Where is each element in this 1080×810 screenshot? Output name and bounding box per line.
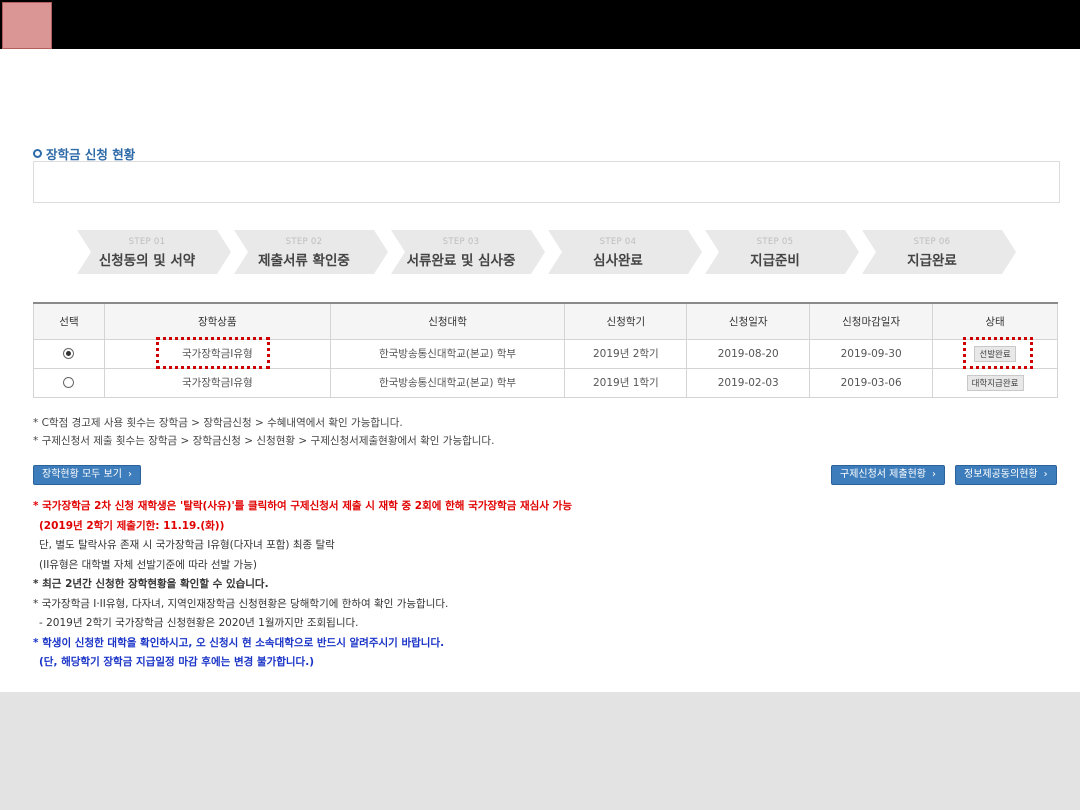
step-label: 심사완료 [593,253,643,269]
col-header-status: 상태 [932,302,1058,340]
table-header-row: 선택 장학상품 신청대학 신청학기 신청일자 신청마감일자 상태 [33,302,1058,340]
note-line: * 학생이 신청한 대학을 확인하시고, 오 신청시 현 소속대학으로 반드시 … [33,636,445,649]
deadline-cell: 2019-03-06 [809,367,934,398]
step-number: STEP 01 [128,237,166,247]
chevron-right-icon: › [1043,469,1048,480]
date-cell: 2019-02-03 [686,367,811,398]
step-label: 서류완료 및 심사중 [406,253,516,269]
term-cell: 2019년 2학기 [564,338,688,369]
footnotes: * C학점 경고제 사용 횟수는 장학금 > 장학금신청 > 수혜내역에서 확인… [33,414,494,450]
col-header-date: 신청일자 [686,302,811,340]
notes: * 국가장학금 2차 신청 재학생은 '탈락(사유)'를 클릭하여 구제신청서 … [33,497,572,673]
step-label: 신청동의 및 서약 [98,253,196,269]
progress-steps: STEP 01 신청동의 및 서약 STEP 02 제출서류 확인중 STEP … [77,230,1017,274]
note-line: 단, 별도 탈락사유 존재 시 국가장학금 I유형(다자녀 포함) 최종 탈락 [39,539,335,551]
step-5: STEP 05 지급준비 [705,230,859,274]
step-label: 제출서류 확인중 [258,253,350,269]
highlight-product-box [156,337,270,369]
product-cell: 국가장학금I유형 [103,367,331,398]
step-label: 지급완료 [907,253,957,269]
col-header-deadline: 신청마감일자 [809,302,934,340]
step-number: STEP 06 [913,237,951,247]
note-line: (II유형은 대학별 자체 선발기준에 따라 선발 가능) [39,558,257,571]
bullet-circle-icon [33,149,42,158]
note-line: (단, 해당학기 장학금 지급일정 마감 후에는 변경 불가합니다.) [39,656,315,668]
note-line: * 국가장학금 2차 신청 재학생은 '탈락(사유)'를 클릭하여 구제신청서 … [33,500,572,512]
note-line: * 최근 2년간 신청한 장학현황을 확인할 수 있습니다. [33,578,269,590]
step-label: 지급준비 [750,253,800,269]
select-cell [33,338,105,369]
chevron-right-icon: › [931,469,936,480]
row-radio[interactable] [63,348,75,359]
term-cell: 2019년 1학기 [564,367,688,398]
button-label: 정보제공동의현황 [964,469,1038,480]
footnote-line: * 구제신청서 제출 횟수는 장학금 > 장학금신청 > 신청현황 > 구제신청… [33,435,495,447]
date-cell: 2019-08-20 [686,338,811,369]
chevron-right-icon: › [127,469,132,480]
note-line: (2019년 2학기 제출기한: 11.19.(화)) [39,519,225,532]
footnote-line: * C학점 경고제 사용 횟수는 장학금 > 장학금신청 > 수혜내역에서 확인… [33,417,403,429]
step-number: STEP 02 [285,237,323,247]
info-consent-status-button[interactable]: 정보제공동의현황 › [955,465,1057,485]
deadline-cell: 2019-09-30 [809,338,934,369]
step-number: STEP 04 [599,237,637,247]
university-cell: 한국방송통신대학교(본교) 학부 [329,338,566,369]
step-number: STEP 03 [442,237,480,247]
col-header-university: 신청대학 [329,302,566,340]
status-cell: 대학지급완료 [932,367,1058,398]
view-all-scholarships-button[interactable]: 장학현황 모두 보기 › [33,465,141,485]
step-2: STEP 02 제출서류 확인중 [234,230,388,274]
university-cell: 한국방송통신대학교(본교) 학부 [329,367,566,398]
table-row[interactable]: 국가장학금I유형 한국방송통신대학교(본교) 학부 2019년 1학기 2019… [33,367,1058,398]
note-line: - 2019년 2학기 국가장학금 신청현황은 2020년 1월까지만 조회됩니… [39,617,359,629]
button-label: 구제신청서 제출현황 [840,469,926,480]
row-radio[interactable] [63,377,75,388]
status-badge[interactable]: 대학지급완료 [966,374,1024,391]
select-cell [33,367,105,398]
top-bar [0,0,1080,49]
relief-application-status-button[interactable]: 구제신청서 제출현황 › [831,465,945,485]
info-box [33,161,1060,203]
highlight-status-box [963,337,1033,369]
step-3: STEP 03 서류완료 및 심사중 [391,230,545,274]
step-1: STEP 01 신청동의 및 서약 [77,230,231,274]
step-number: STEP 05 [756,237,794,247]
app-badge [2,2,52,49]
note-line: * 국가장학금 I·II유형, 다자녀, 지역인재장학금 신청현황은 당해학기에… [33,597,449,610]
col-header-product: 장학상품 [103,302,331,340]
step-4: STEP 04 심사완료 [548,230,702,274]
col-header-term: 신청학기 [564,302,688,340]
col-header-select: 선택 [33,302,105,340]
step-6: STEP 06 지급완료 [862,230,1016,274]
bottom-area [0,692,1080,810]
button-label: 장학현황 모두 보기 [42,469,122,480]
